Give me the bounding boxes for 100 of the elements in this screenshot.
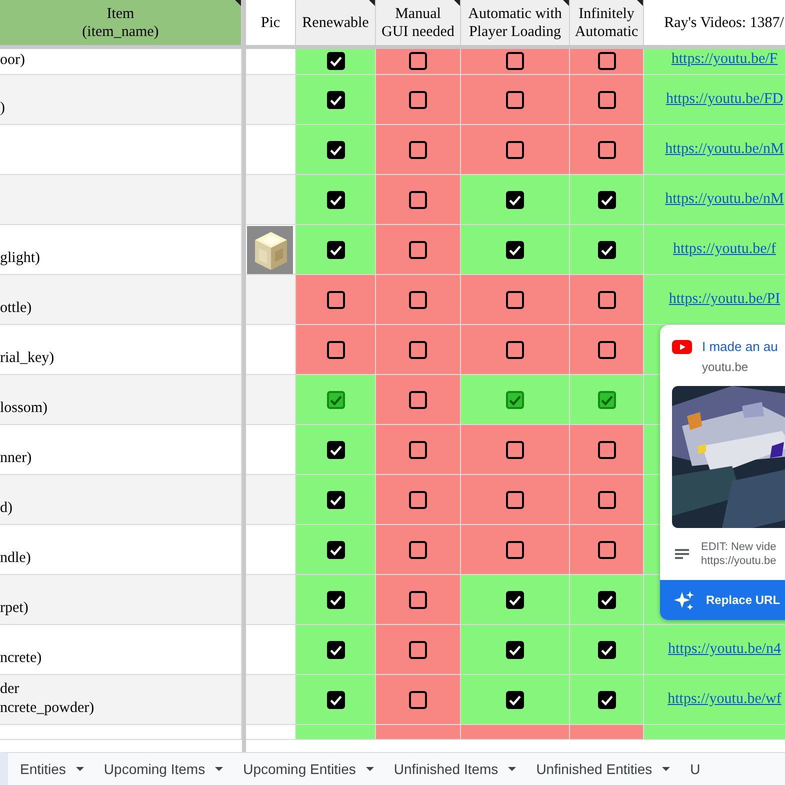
description-icon bbox=[675, 549, 689, 559]
checkbox[interactable] bbox=[409, 52, 427, 70]
checkbox[interactable] bbox=[506, 52, 524, 70]
column-header: Item (item_name) bbox=[0, 0, 242, 45]
column-header: Automatic with Player Loading bbox=[461, 0, 570, 45]
video-link[interactable]: https://youtu.be/wf bbox=[668, 691, 782, 708]
checkbox[interactable] bbox=[409, 390, 427, 408]
video-link[interactable]: https://youtu.be/F bbox=[671, 51, 778, 68]
checkbox[interactable] bbox=[326, 240, 344, 258]
item-name: nner) bbox=[0, 449, 32, 468]
checkbox[interactable] bbox=[598, 290, 616, 308]
checkbox[interactable] bbox=[409, 290, 427, 308]
checkbox[interactable] bbox=[409, 240, 427, 258]
item-name: rpet) bbox=[0, 599, 28, 618]
checkbox[interactable] bbox=[326, 540, 344, 558]
checkbox[interactable] bbox=[409, 640, 427, 658]
checkbox[interactable] bbox=[598, 590, 616, 608]
sheet-tab[interactable]: Unfinished Items bbox=[386, 761, 528, 777]
checkbox[interactable] bbox=[326, 290, 344, 308]
checkbox[interactable] bbox=[598, 240, 616, 258]
column-header: Manual GUI needed bbox=[376, 0, 461, 45]
checkbox[interactable] bbox=[409, 190, 427, 208]
checkbox[interactable] bbox=[409, 440, 427, 458]
checkbox[interactable] bbox=[598, 640, 616, 658]
sparkle-icon bbox=[674, 590, 694, 610]
caret-icon[interactable] bbox=[508, 767, 516, 771]
caret-icon[interactable] bbox=[366, 767, 374, 771]
checkbox[interactable] bbox=[598, 140, 616, 158]
checkbox[interactable] bbox=[506, 590, 524, 608]
caret-icon[interactable] bbox=[76, 767, 84, 771]
item-name: lossom) bbox=[0, 399, 48, 418]
checkbox[interactable] bbox=[598, 690, 616, 708]
checkbox[interactable] bbox=[598, 490, 616, 508]
checkbox[interactable] bbox=[598, 540, 616, 558]
checkbox[interactable] bbox=[409, 540, 427, 558]
checkbox[interactable] bbox=[326, 440, 344, 458]
preview-title[interactable]: I made an au bbox=[702, 339, 778, 354]
checkbox[interactable] bbox=[506, 190, 524, 208]
sheet-tab[interactable]: Upcoming Items bbox=[96, 761, 236, 777]
sheet-tab[interactable]: Entities bbox=[12, 761, 96, 777]
item-name: ) bbox=[0, 99, 5, 118]
checkbox[interactable] bbox=[598, 52, 616, 70]
checkbox[interactable] bbox=[326, 340, 344, 358]
checkbox[interactable] bbox=[506, 90, 524, 108]
checkbox[interactable] bbox=[506, 690, 524, 708]
item-name: d) bbox=[0, 499, 12, 518]
checkbox[interactable] bbox=[598, 90, 616, 108]
checkbox[interactable] bbox=[409, 90, 427, 108]
checkbox[interactable] bbox=[506, 640, 524, 658]
checkbox[interactable] bbox=[409, 140, 427, 158]
item-name: ottle) bbox=[0, 299, 32, 318]
checkbox[interactable] bbox=[326, 690, 344, 708]
checkbox[interactable] bbox=[598, 190, 616, 208]
checkbox[interactable] bbox=[506, 290, 524, 308]
checkbox[interactable] bbox=[409, 340, 427, 358]
video-link[interactable]: https://youtu.be/FD bbox=[666, 91, 784, 108]
video-link[interactable]: https://youtu.be/n4 bbox=[668, 641, 781, 658]
checkbox[interactable] bbox=[326, 90, 344, 108]
item-name: ncrete) bbox=[0, 649, 42, 668]
checkbox[interactable] bbox=[326, 490, 344, 508]
item-name: oor) bbox=[0, 51, 25, 70]
checkbox[interactable] bbox=[326, 390, 344, 408]
item-name: ndle) bbox=[0, 549, 31, 568]
checkbox[interactable] bbox=[326, 52, 344, 70]
preview-description: EDIT: New vide https://youtu.be bbox=[701, 540, 776, 568]
sheet-tab[interactable]: Upcoming Entities bbox=[235, 761, 386, 777]
column-header: Infinitely Automatic bbox=[570, 0, 644, 45]
checkbox[interactable] bbox=[598, 390, 616, 408]
checkbox[interactable] bbox=[506, 240, 524, 258]
sheet-tab[interactable]: Unfinished Entities bbox=[528, 761, 682, 777]
checkbox[interactable] bbox=[409, 490, 427, 508]
checkbox[interactable] bbox=[326, 640, 344, 658]
caret-icon[interactable] bbox=[215, 767, 224, 771]
video-play-icon bbox=[672, 340, 692, 354]
table-cell bbox=[246, 725, 296, 740]
sheet-tab[interactable]: U bbox=[682, 761, 712, 777]
video-link[interactable]: https://youtu.be/f bbox=[673, 241, 776, 258]
checkbox[interactable] bbox=[506, 540, 524, 558]
checkbox[interactable] bbox=[409, 590, 427, 608]
checkbox[interactable] bbox=[506, 340, 524, 358]
column-header: Renewable bbox=[296, 0, 376, 45]
checkbox[interactable] bbox=[326, 190, 344, 208]
checkbox[interactable] bbox=[409, 690, 427, 708]
checkbox[interactable] bbox=[506, 490, 524, 508]
item-name: der ncrete_powder) bbox=[0, 680, 94, 718]
checkbox[interactable] bbox=[326, 590, 344, 608]
video-link[interactable]: https://youtu.be/nM bbox=[665, 141, 784, 158]
checkbox[interactable] bbox=[506, 440, 524, 458]
checkbox[interactable] bbox=[506, 140, 524, 158]
checkbox[interactable] bbox=[598, 440, 616, 458]
caret-icon[interactable] bbox=[662, 767, 670, 771]
checkbox[interactable] bbox=[506, 390, 524, 408]
checkbox[interactable] bbox=[326, 140, 344, 158]
video-link[interactable]: https://youtu.be/nM bbox=[665, 191, 784, 208]
item-name: glight) bbox=[0, 249, 40, 268]
item-name: rial_key) bbox=[0, 349, 54, 368]
preview-site: youtu.be bbox=[702, 360, 750, 374]
video-link[interactable]: https://youtu.be/PI bbox=[668, 291, 780, 308]
checkbox[interactable] bbox=[598, 340, 616, 358]
replace-url-button[interactable]: Replace URL bbox=[660, 580, 785, 620]
